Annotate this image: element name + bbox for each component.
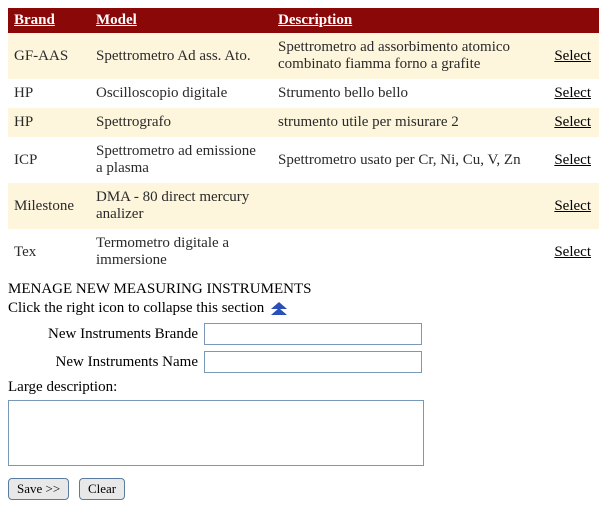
cell-select: Select <box>548 137 599 183</box>
cell-description <box>272 183 548 229</box>
collapse-hint: Click the right icon to collapse this se… <box>8 300 264 316</box>
collapse-up-icon[interactable] <box>270 302 288 316</box>
select-link[interactable]: Select <box>554 85 591 101</box>
cell-description: Spettrometro usato per Cr, Ni, Cu, V, Zn <box>272 137 548 183</box>
cell-model: Spettrometro Ad ass. Ato. <box>90 33 272 79</box>
table-row: HPOscilloscopio digitaleStrumento bello … <box>8 79 599 108</box>
cell-brand: HP <box>8 108 90 137</box>
cell-description: strumento utile per misurare 2 <box>272 108 548 137</box>
select-link[interactable]: Select <box>554 48 591 64</box>
col-description[interactable]: Description <box>272 8 548 33</box>
instruments-table: Brand Model Description GF-AASSpettromet… <box>8 8 599 275</box>
brand-input[interactable] <box>204 323 422 345</box>
cell-select: Select <box>548 33 599 79</box>
table-row: MilestoneDMA - 80 direct mercury analize… <box>8 183 599 229</box>
name-label: New Instruments Name <box>8 354 204 371</box>
clear-button[interactable]: Clear <box>79 478 125 500</box>
cell-select: Select <box>548 79 599 108</box>
name-input[interactable] <box>204 351 422 373</box>
save-button[interactable]: Save >> <box>8 478 69 500</box>
select-link[interactable]: Select <box>554 244 591 260</box>
section-title: MENAGE NEW MEASURING INSTRUMENTS <box>8 281 599 298</box>
col-select <box>548 8 599 33</box>
description-textarea[interactable] <box>8 400 424 466</box>
col-model[interactable]: Model <box>90 8 272 33</box>
select-link[interactable]: Select <box>554 114 591 130</box>
cell-select: Select <box>548 183 599 229</box>
cell-brand: Tex <box>8 229 90 275</box>
col-brand[interactable]: Brand <box>8 8 90 33</box>
select-link[interactable]: Select <box>554 198 591 214</box>
table-row: TexTermometro digitale a immersione Selec… <box>8 229 599 275</box>
cell-select: Select <box>548 229 599 275</box>
cell-model: Spettrografo <box>90 108 272 137</box>
table-row: HPSpettrografostrumento utile per misura… <box>8 108 599 137</box>
cell-brand: HP <box>8 79 90 108</box>
cell-model: DMA - 80 direct mercury analizer <box>90 183 272 229</box>
select-link[interactable]: Select <box>554 152 591 168</box>
cell-brand: Milestone <box>8 183 90 229</box>
cell-description: Spettrometro ad assorbimento atomico com… <box>272 33 548 79</box>
description-label: Large description: <box>8 379 599 396</box>
cell-description: Strumento bello bello <box>272 79 548 108</box>
table-row: ICPSpettrometro ad emissione a plasmaSpe… <box>8 137 599 183</box>
cell-brand: GF-AAS <box>8 33 90 79</box>
table-row: GF-AASSpettrometro Ad ass. Ato.Spettrome… <box>8 33 599 79</box>
cell-description <box>272 229 548 275</box>
cell-model: Spettrometro ad emissione a plasma <box>90 137 272 183</box>
cell-brand: ICP <box>8 137 90 183</box>
cell-model: Oscilloscopio digitale <box>90 79 272 108</box>
cell-select: Select <box>548 108 599 137</box>
cell-model: Termometro digitale a immersione <box>90 229 272 275</box>
brand-label: New Instruments Brande <box>8 326 204 343</box>
